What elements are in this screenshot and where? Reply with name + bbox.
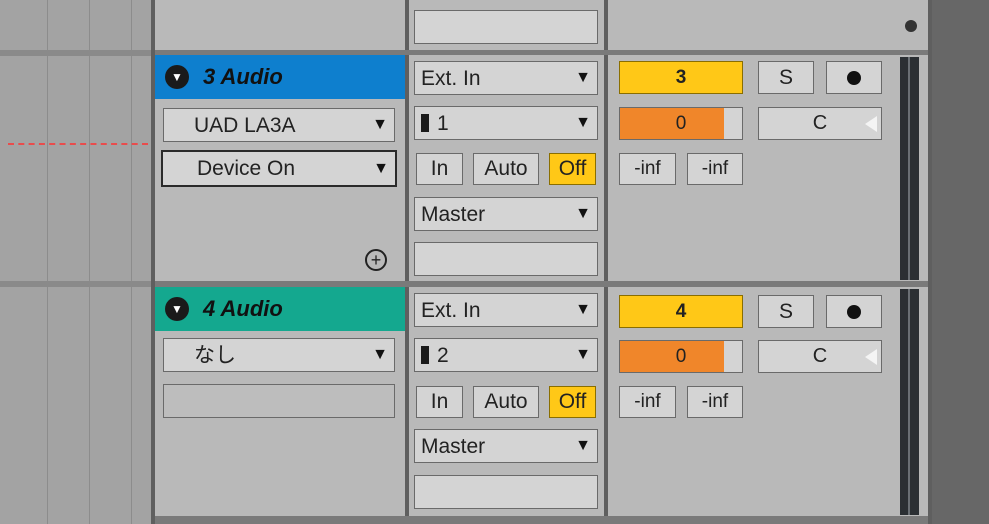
peak-left-readout[interactable]: -inf xyxy=(619,153,676,185)
audio-from-chooser[interactable]: Ext. In ▼ xyxy=(414,61,598,95)
dropdown-arrow-icon: ▼ xyxy=(372,346,388,363)
dropdown-arrow-icon: ▼ xyxy=(575,69,591,86)
monitor-auto-button[interactable]: Auto xyxy=(473,386,539,418)
peak-left-readout[interactable]: -inf xyxy=(619,386,676,418)
previous-track-input-box[interactable] xyxy=(414,10,598,44)
device-label: UAD LA3A xyxy=(194,113,296,137)
record-arm-icon xyxy=(847,70,861,85)
dropdown-arrow-icon: ▼ xyxy=(575,205,591,222)
device-label: なし xyxy=(194,343,236,367)
audio-from-label: Ext. In xyxy=(421,298,481,322)
automation-line xyxy=(8,143,148,145)
record-arm-button[interactable] xyxy=(826,61,882,94)
pan-value: C xyxy=(812,112,828,134)
audio-to-label: Master xyxy=(421,434,486,458)
solo-button[interactable]: S xyxy=(758,61,814,94)
track-header-3[interactable]: ▼ 3 Audio xyxy=(155,55,405,99)
track-name: 4 Audio xyxy=(203,296,283,321)
track-divider xyxy=(0,50,151,56)
dropdown-arrow-icon: ▼ xyxy=(575,437,591,454)
track-name: 3 Audio xyxy=(203,64,283,89)
audio-to-chooser[interactable]: Master ▼ xyxy=(414,429,598,463)
channel-label: 1 xyxy=(437,111,449,135)
channel-icon xyxy=(421,114,429,132)
device-chooser[interactable]: なし ▼ xyxy=(163,338,395,372)
monitor-auto-button[interactable]: Auto xyxy=(473,153,539,185)
parameter-chooser[interactable]: Device On ▼ xyxy=(161,150,397,187)
audio-to-chooser[interactable]: Master ▼ xyxy=(414,197,598,231)
channel-icon xyxy=(421,346,429,364)
monitor-off-button[interactable]: Off xyxy=(549,153,596,185)
pan-slider[interactable]: C xyxy=(758,340,882,373)
fold-triangle-icon[interactable]: ▼ xyxy=(165,65,189,89)
right-gutter xyxy=(932,0,989,524)
output-channel-box[interactable] xyxy=(414,242,598,276)
track-activator[interactable]: 4 xyxy=(619,295,743,328)
volume-slider[interactable]: 0 xyxy=(619,107,743,140)
dropdown-arrow-icon: ▼ xyxy=(575,346,591,363)
dropdown-arrow-icon: ▼ xyxy=(373,159,389,177)
track-activator[interactable]: 3 xyxy=(619,61,743,94)
audio-to-label: Master xyxy=(421,202,486,226)
input-channel-chooser[interactable]: 1 ▼ xyxy=(414,106,598,140)
solo-button[interactable]: S xyxy=(758,295,814,328)
parameter-label: Device On xyxy=(197,157,296,180)
level-meter xyxy=(900,289,919,515)
dropdown-arrow-icon: ▼ xyxy=(575,301,591,318)
audio-from-chooser[interactable]: Ext. In ▼ xyxy=(414,293,598,327)
track-divider xyxy=(0,281,151,287)
arrangement-area[interactable] xyxy=(0,0,151,524)
record-arm-button[interactable] xyxy=(826,295,882,328)
track-header-4[interactable]: ▼ 4 Audio xyxy=(155,287,405,331)
plus-circle-icon[interactable]: + xyxy=(365,249,387,271)
monitor-in-button[interactable]: In xyxy=(416,153,463,185)
monitor-off-button[interactable]: Off xyxy=(549,386,596,418)
peak-right-readout[interactable]: -inf xyxy=(687,386,743,418)
parameter-chooser[interactable] xyxy=(163,384,395,418)
audio-from-label: Ext. In xyxy=(421,66,481,90)
level-meter xyxy=(900,57,919,280)
pan-slider[interactable]: C xyxy=(758,107,882,140)
volume-value: 0 xyxy=(675,345,687,367)
device-chooser[interactable]: UAD LA3A ▼ xyxy=(163,108,395,142)
input-channel-chooser[interactable]: 2 ▼ xyxy=(414,338,598,372)
output-channel-box[interactable] xyxy=(414,475,598,509)
dropdown-arrow-icon: ▼ xyxy=(372,116,388,133)
peak-right-readout[interactable]: -inf xyxy=(687,153,743,185)
volume-value: 0 xyxy=(675,112,687,134)
volume-slider[interactable]: 0 xyxy=(619,340,743,373)
monitor-in-button[interactable]: In xyxy=(416,386,463,418)
dropdown-arrow-icon: ▼ xyxy=(575,114,591,131)
previous-track-indicator-dot xyxy=(905,20,917,32)
pan-triangle-icon xyxy=(865,115,877,132)
fold-triangle-icon[interactable]: ▼ xyxy=(165,297,189,321)
pan-triangle-icon xyxy=(865,348,877,365)
record-arm-icon xyxy=(847,304,861,319)
channel-label: 2 xyxy=(437,343,449,367)
pan-value: C xyxy=(812,345,828,367)
